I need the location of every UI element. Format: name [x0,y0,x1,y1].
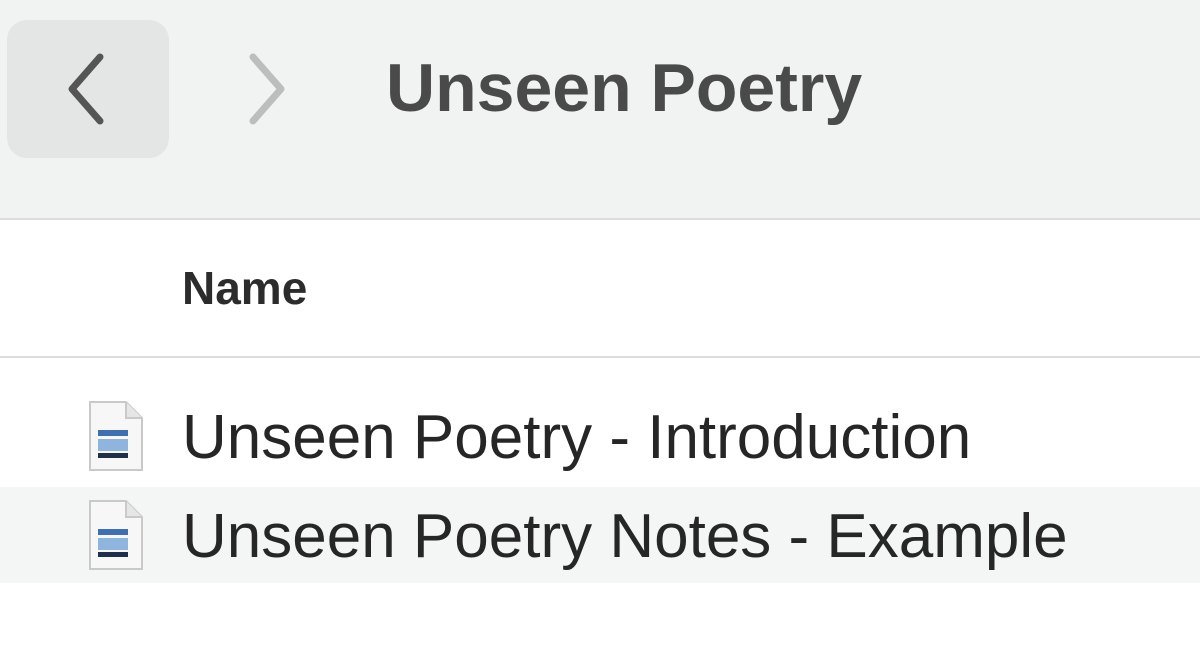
back-button[interactable] [7,20,169,158]
finder-window: Unseen Poetry Name Unseen Poetry - Intro… [0,0,1200,645]
list-header: Name [0,220,1200,358]
document-icon [89,500,143,570]
forward-button[interactable] [220,20,310,158]
window-title: Unseen Poetry [386,50,863,126]
toolbar: Unseen Poetry [0,0,1200,220]
column-header-name[interactable]: Name [182,260,307,316]
chevron-left-icon [68,53,104,125]
file-name: Unseen Poetry Notes - Example [182,502,1068,571]
chevron-right-icon [249,53,285,125]
file-row[interactable]: Unseen Poetry Notes - Example [0,487,1200,583]
file-row[interactable]: Unseen Poetry - Introduction [0,388,1200,484]
document-icon [89,401,143,471]
file-name: Unseen Poetry - Introduction [182,403,972,472]
